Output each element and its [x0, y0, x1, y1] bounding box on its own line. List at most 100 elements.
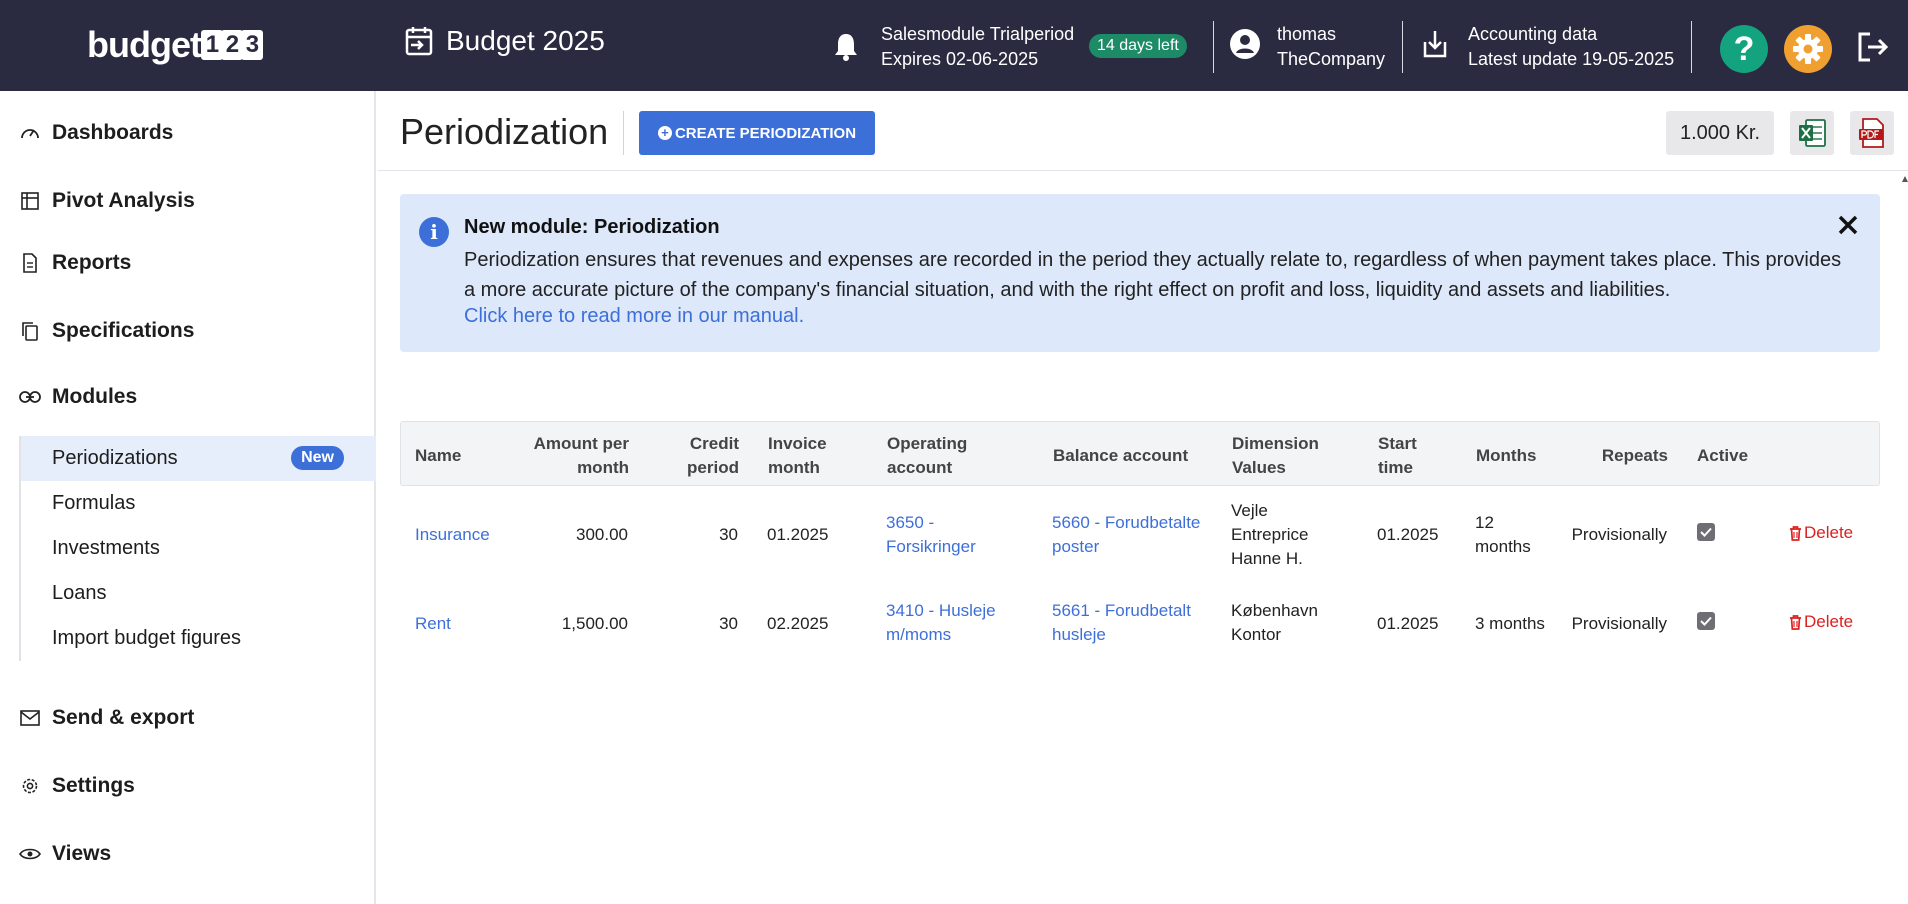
settings-button[interactable] [1784, 25, 1832, 73]
row-name-link[interactable]: Insurance [415, 523, 490, 547]
unit-selector[interactable]: 1.000 Kr. [1666, 111, 1774, 155]
sidebar-item-label: Import budget figures [52, 627, 241, 649]
divider [1213, 21, 1214, 73]
user-name: thomas [1277, 24, 1337, 44]
sidebar-item-investments[interactable]: Investments [21, 526, 376, 571]
cell-line: husleje [1052, 625, 1106, 644]
row-repeats: Provisionally [1571, 525, 1667, 544]
cell-line: poster [1052, 537, 1100, 556]
accounting-title: Accounting data [1468, 24, 1598, 44]
sidebar-item-modules[interactable]: Modules [0, 377, 374, 417]
logo-text: budget [87, 24, 202, 65]
column-header-active[interactable]: Active [1697, 444, 1748, 468]
user-icon[interactable] [1229, 28, 1261, 65]
column-header-balance-account[interactable]: Balance account [1053, 444, 1188, 468]
user-info[interactable]: thomas TheCompany [1277, 22, 1385, 72]
eye-icon [19, 843, 41, 865]
app-logo[interactable]: budget 1 2 3 [87, 24, 263, 66]
gear-icon [19, 775, 41, 797]
sidebar-item-loans[interactable]: Loans [21, 571, 376, 616]
sidebar-item-specifications[interactable]: Specifications [0, 311, 374, 351]
sidebar-item-label: Pivot Analysis [52, 189, 195, 212]
divider [1402, 21, 1403, 73]
header-line: period [687, 458, 739, 477]
page-header: Periodization + CREATE PERIODIZATION 1.0… [378, 91, 1908, 171]
row-balance-account-link[interactable]: 5660 - Forudbetalte poster [1052, 511, 1200, 559]
export-excel-button[interactable] [1790, 111, 1834, 155]
column-header-dimension-values[interactable]: Dimension Values [1232, 432, 1319, 480]
export-pdf-button[interactable] [1850, 111, 1894, 155]
header-line: Values [1232, 458, 1286, 477]
sidebar-item-pivot-analysis[interactable]: Pivot Analysis [0, 181, 374, 221]
row-operating-account-link[interactable]: 3410 - Husleje m/moms [886, 599, 996, 647]
manual-link[interactable]: Click here to read more in our manual. [464, 305, 804, 328]
row-name-link[interactable]: Rent [415, 612, 451, 636]
column-header-repeats[interactable]: Repeats [1551, 444, 1668, 468]
trash-icon [1790, 525, 1801, 541]
gear-icon [1793, 34, 1823, 64]
cell-line: Forsikringer [886, 537, 976, 556]
plus-circle-icon: + [657, 126, 672, 140]
sidebar-item-periodizations[interactable]: Periodizations New [21, 436, 376, 481]
info-text: Periodization ensures that revenues and … [464, 249, 1842, 301]
accounting-update: Latest update 19-05-2025 [1468, 49, 1675, 69]
sidebar-item-reports[interactable]: Reports [0, 243, 374, 283]
link-icon [19, 386, 41, 408]
sidebar-item-label: Formulas [52, 492, 136, 514]
header-line: Credit [689, 434, 739, 453]
days-left-badge: 14 days left [1089, 34, 1187, 58]
sidebar-item-views[interactable]: Views [0, 834, 374, 874]
divider [1691, 21, 1692, 73]
row-operating-account-link[interactable]: 3650 - Forsikringer [886, 511, 976, 559]
column-header-name[interactable]: Name [415, 444, 461, 468]
column-header-amount[interactable]: Amount per month [501, 432, 629, 480]
sidebar-item-label: Send & export [52, 706, 195, 729]
trash-icon [1790, 614, 1801, 630]
sidebar-item-send-export[interactable]: Send & export [0, 698, 374, 738]
row-months: 3 months [1475, 614, 1545, 633]
accounting-info[interactable]: Accounting data Latest update 19-05-2025 [1468, 22, 1674, 72]
create-periodization-button[interactable]: + CREATE PERIODIZATION [639, 111, 875, 155]
active-checkbox[interactable] [1697, 523, 1715, 541]
row-balance-account-link[interactable]: 5661 - Forudbetalt husleje [1052, 599, 1191, 647]
column-header-credit-period[interactable]: Credit period [641, 432, 739, 480]
active-checkbox[interactable] [1697, 612, 1715, 630]
download-icon[interactable] [1421, 28, 1449, 65]
question-icon: ? [1733, 29, 1755, 68]
logout-icon[interactable] [1856, 30, 1890, 69]
bell-icon[interactable] [833, 32, 859, 67]
cell-line: Kontor [1231, 625, 1282, 644]
close-icon[interactable] [1837, 214, 1859, 241]
info-icon: i [419, 217, 449, 247]
help-button[interactable]: ? [1720, 25, 1768, 73]
column-header-operating-account[interactable]: Operating account [887, 432, 967, 480]
budget-selector[interactable]: Budget 2025 [404, 25, 605, 57]
sidebar: Dashboards Pivot Analysis Reports Specif… [0, 91, 376, 904]
sidebar-item-import-budget-figures[interactable]: Import budget figures [21, 616, 376, 661]
scrollbar-up-arrow[interactable] [1902, 176, 1908, 182]
column-header-start-time[interactable]: Start time [1378, 432, 1417, 480]
logo-digit: 1 [200, 30, 223, 60]
trial-title: Salesmodule Trialperiod [881, 24, 1075, 44]
delete-label: Delete [1804, 612, 1854, 631]
delete-button[interactable]: Delete [1789, 523, 1853, 543]
gauge-icon [19, 122, 41, 144]
cell-line: 5661 - Forudbetalt [1052, 601, 1191, 620]
delete-button[interactable]: Delete [1789, 612, 1853, 632]
column-header-months[interactable]: Months [1476, 444, 1536, 468]
delete-label: Delete [1804, 523, 1854, 542]
sidebar-item-settings[interactable]: Settings [0, 766, 374, 806]
logo-digits: 1 2 3 [200, 30, 263, 60]
trial-expiry: Expires 02-06-2025 [881, 49, 1039, 69]
checkmark-icon [1700, 527, 1712, 537]
cell-line: Vejle [1231, 501, 1268, 520]
calendar-import-icon [405, 27, 433, 56]
cell-line: Entreprice [1231, 525, 1309, 544]
create-label: CREATE PERIODIZATION [674, 124, 857, 142]
column-header-invoice-month[interactable]: Invoice month [768, 432, 827, 480]
row-repeats: Provisionally [1571, 614, 1667, 633]
sidebar-item-label: Settings [52, 774, 135, 797]
sidebar-item-formulas[interactable]: Formulas [21, 481, 376, 526]
excel-icon [1799, 119, 1826, 147]
sidebar-item-dashboards[interactable]: Dashboards [0, 113, 374, 153]
